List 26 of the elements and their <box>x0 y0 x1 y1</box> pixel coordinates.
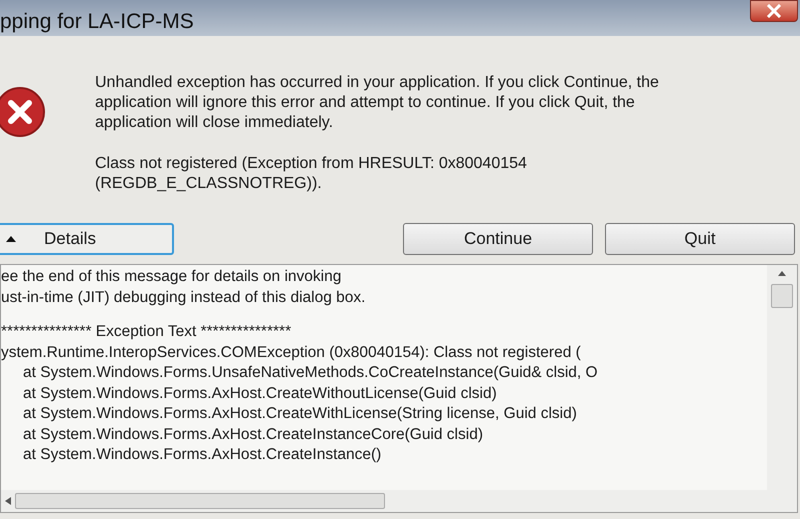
details-line: ystem.Runtime.InteropServices.COMException (0x80040154): Class not registered ( <box>1 342 582 362</box>
details-line: ee the end of this message for details on invoking <box>1 267 342 287</box>
error-detail: Class not registered (Exception from HRESULT: 0x80040154 (REGDB_E_CLASSNOTREG)). <box>95 154 528 194</box>
details-line: at System.Windows.Forms.AxHost.CreateWithoutLicense(Guid clsid) <box>22 384 498 404</box>
details-line: ust-in-time (JIT) debugging instead of this dialog box. <box>1 288 366 308</box>
details-text-area[interactable] <box>0 264 798 513</box>
error-icon <box>0 86 46 138</box>
scrollbar-thumb[interactable] <box>15 493 385 509</box>
details-line: at System.Windows.Forms.AxHost.CreateInstanceCore(Guid clsid) <box>22 424 484 444</box>
dialog-button[interactable]: Quit <box>605 223 795 255</box>
details-line: at System.Windows.Forms.AxHost.CreateWithLicense(String license, Guid clsid) <box>22 404 578 424</box>
left-arrow-icon <box>5 497 11 505</box>
details-line: at System.Windows.Forms.UnsafeNativeMethods.CoCreateInstance(Guid& clsid, O <box>22 363 599 383</box>
window-title: pping for LA-ICP-MS <box>0 9 194 35</box>
up-arrow-icon <box>778 271 786 276</box>
details-line: at System.Windows.Forms.AxHost.CreateInstance() <box>22 445 382 465</box>
error-message: Unhandled exception has occurred in your application. If you click Continue, the application will ignore this error and attempt to continue. If you click Quit, the application will close immediately. <box>95 73 660 133</box>
scrollbar-thumb[interactable] <box>771 284 793 308</box>
up-triangle-icon <box>6 236 16 242</box>
close-icon <box>766 4 782 18</box>
details-line: *************** Exception Text *************** <box>1 322 292 342</box>
vertical-scrollbar[interactable] <box>767 265 797 512</box>
details-button[interactable]: Details <box>0 223 174 255</box>
dialog-button[interactable]: Continue <box>403 223 593 255</box>
horizontal-scrollbar[interactable] <box>1 490 767 512</box>
close-button[interactable] <box>750 0 798 22</box>
